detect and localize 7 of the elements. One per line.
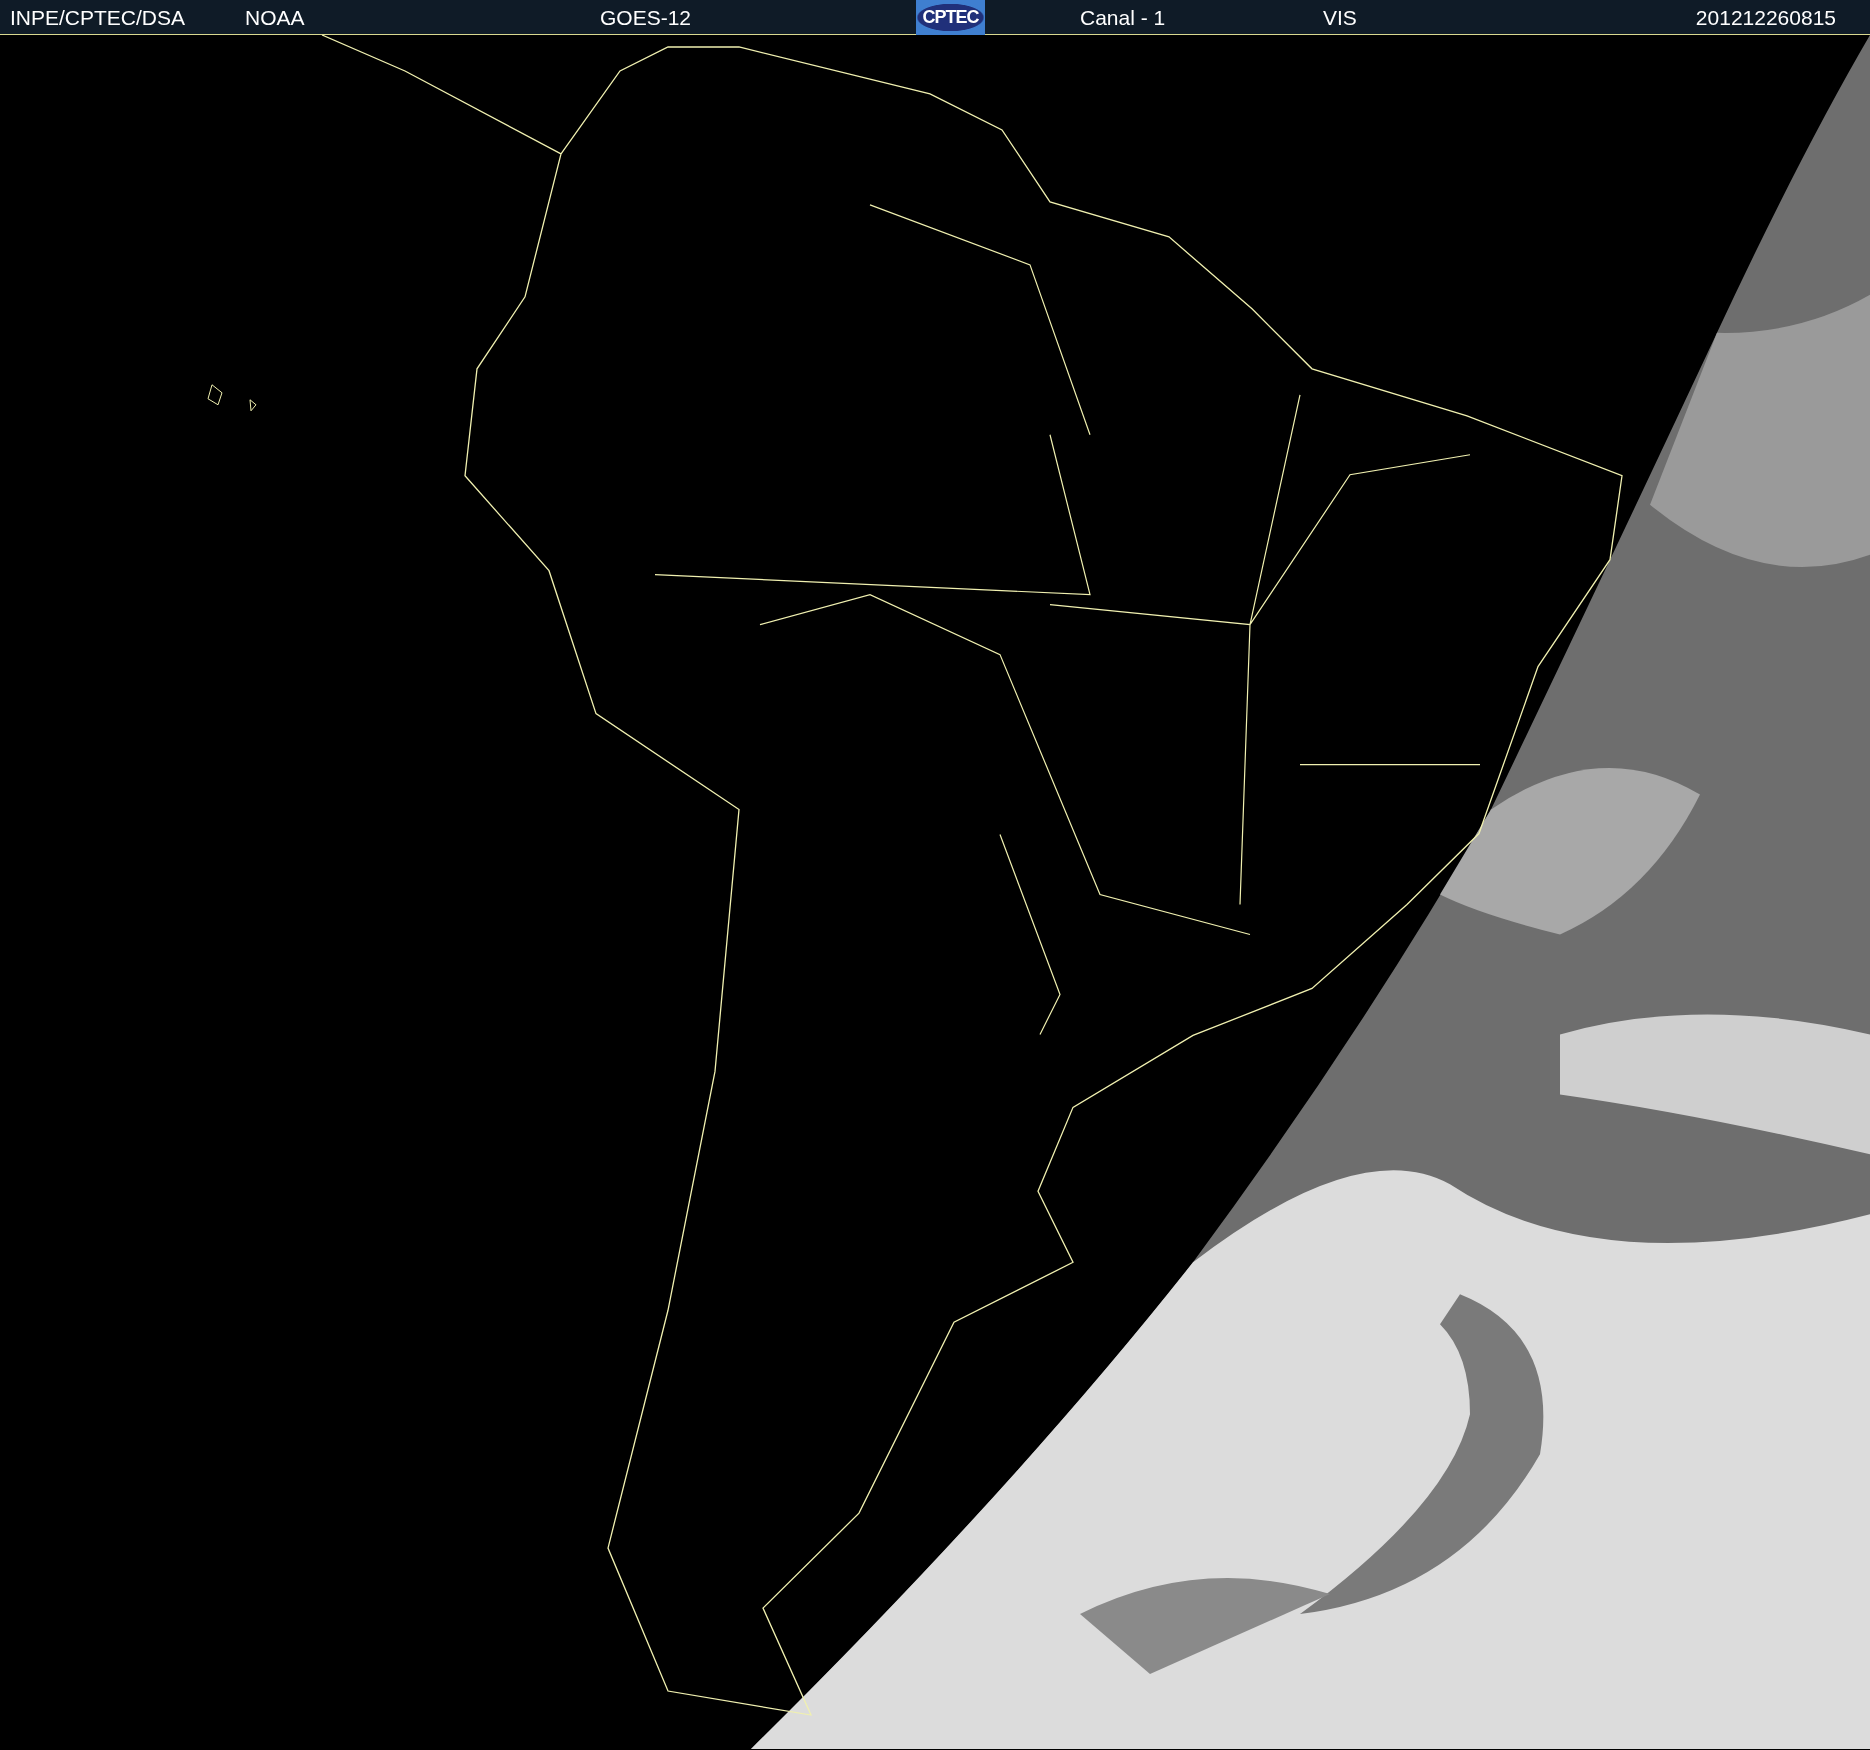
header-label: INPE/CPTEC/DSA <box>10 5 186 30</box>
header-label: VIS <box>1323 5 1357 30</box>
header-label: NOAA <box>245 5 305 30</box>
logo: CPTEC <box>916 0 985 35</box>
header-label: 201212260815 <box>1695 5 1836 30</box>
header-label: GOES-12 <box>600 5 692 30</box>
header-label: Canal - 1 <box>1080 5 1166 30</box>
